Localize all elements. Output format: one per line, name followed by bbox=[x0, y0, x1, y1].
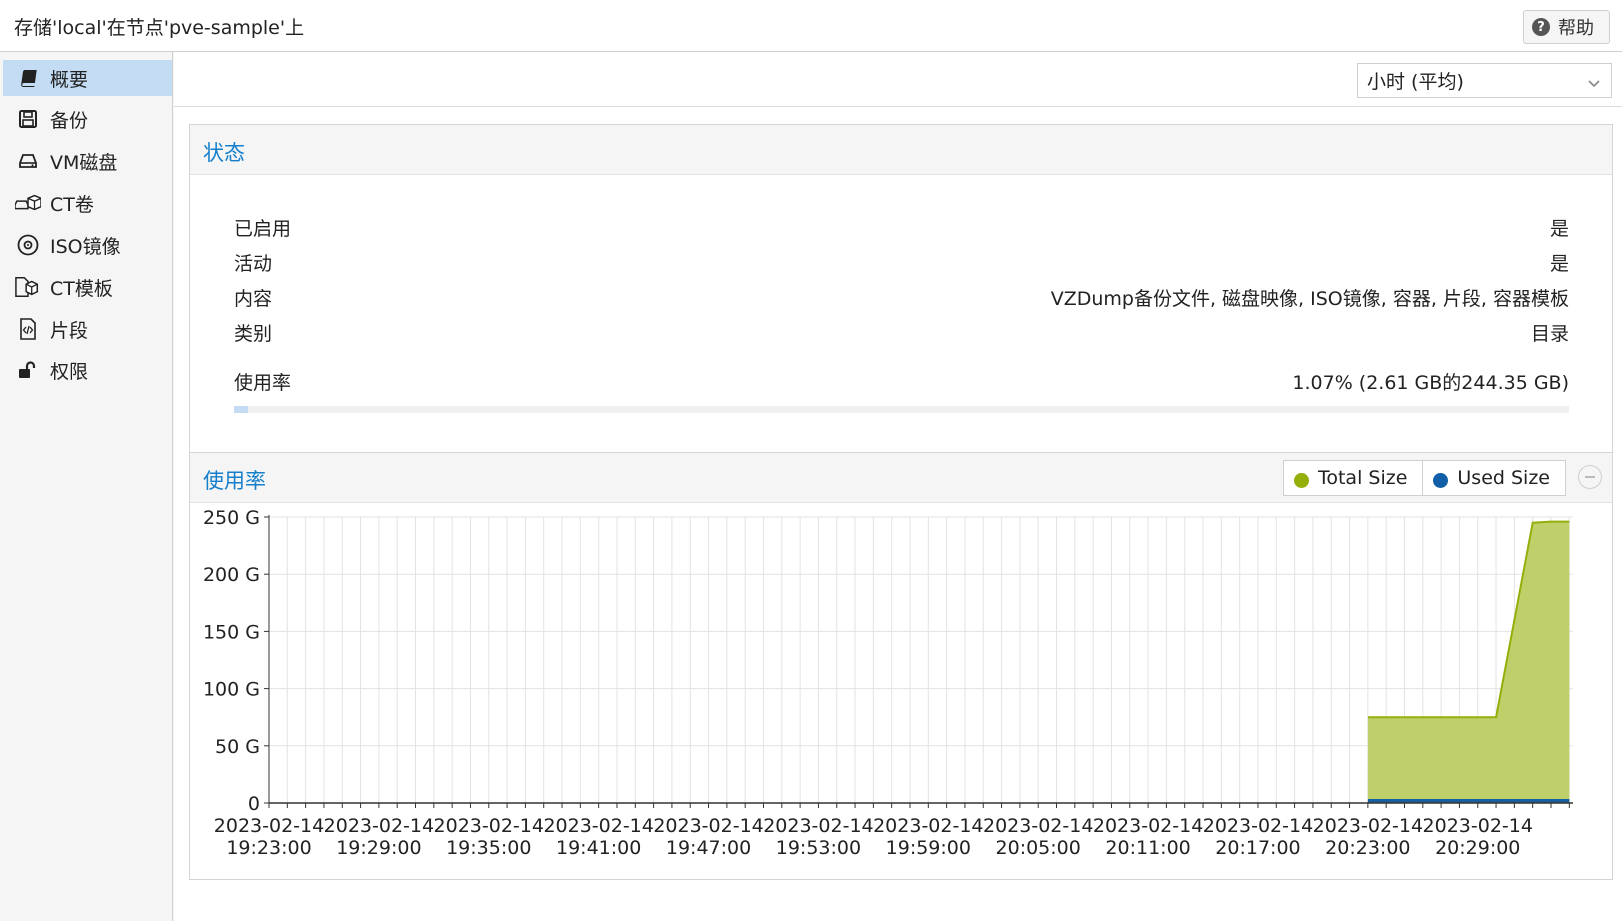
question-icon: ? bbox=[1532, 18, 1550, 36]
x-tick-label: 20:17:00 bbox=[1215, 837, 1300, 859]
usage-chart-panel: 使用率 Total Size Used Size 0 50 G 100 G 150 G… bbox=[189, 452, 1613, 880]
x-tick-label: 20:23:00 bbox=[1325, 837, 1410, 859]
status-label: 活动 bbox=[234, 253, 273, 275]
x-tick-label: 2023-02-14 bbox=[763, 815, 873, 837]
usage-progress-bar bbox=[234, 406, 1569, 413]
x-tick-label: 20:05:00 bbox=[996, 837, 1081, 859]
legend-dot-icon bbox=[1293, 472, 1309, 488]
status-label: 内容 bbox=[234, 288, 273, 310]
sidebar-item-summary[interactable]: 概要 bbox=[3, 60, 172, 96]
status-row-active: 活动 是 bbox=[234, 249, 1569, 276]
timeframe-select-value: 小时 (平均) bbox=[1367, 71, 1464, 93]
x-tick-label: 20:11:00 bbox=[1105, 837, 1190, 859]
x-tick-label: 2023-02-14 bbox=[543, 815, 653, 837]
y-tick-label: 150 G bbox=[203, 621, 260, 643]
x-tick-label: 19:53:00 bbox=[776, 837, 861, 859]
disc-icon bbox=[15, 234, 41, 256]
status-row-type: 类别 目录 bbox=[234, 319, 1569, 346]
sidebar-item-snippets[interactable]: 片段 bbox=[3, 311, 172, 347]
x-tick-label: 2023-02-14 bbox=[1423, 815, 1533, 837]
x-tick-label: 20:29:00 bbox=[1435, 837, 1520, 859]
minus-icon bbox=[1585, 476, 1595, 478]
help-button[interactable]: ? 帮助 bbox=[1523, 10, 1610, 44]
status-row-content: 内容 VZDump备份文件, 磁盘映像, ISO镜像, 容器, 片段, 容器模板 bbox=[234, 284, 1569, 311]
sidebar-item-ct-templates[interactable]: CT模板 bbox=[3, 269, 172, 305]
status-panel: 状态 已启用 是 活动 是 内容 VZDump备份文件, 磁盘映像, ISO镜像… bbox=[189, 124, 1613, 454]
legend-label: Total Size bbox=[1317, 467, 1408, 489]
book-icon bbox=[15, 68, 41, 88]
chevron-down-icon bbox=[1587, 73, 1601, 95]
hard-drive-icon bbox=[15, 151, 41, 171]
sidebar-item-backup[interactable]: 备份 bbox=[3, 101, 172, 137]
y-tick-label: 0 bbox=[248, 793, 260, 815]
top-bar: 存储'local'在节点'pve-sample'上 ? 帮助 bbox=[0, 0, 1622, 52]
status-value: 是 bbox=[1549, 218, 1569, 240]
x-tick-label: 2023-02-14 bbox=[1093, 815, 1203, 837]
status-label: 使用率 bbox=[234, 372, 292, 394]
status-row-usage: 使用率 1.07% (2.61 GB的244.35 GB) bbox=[234, 368, 1569, 395]
unlock-icon bbox=[15, 360, 41, 380]
sidebar-item-ct-volumes[interactable]: CT卷 bbox=[3, 185, 172, 221]
usage-panel-title: 使用率 bbox=[203, 469, 266, 493]
x-tick-label: 19:29:00 bbox=[336, 837, 421, 859]
sidebar-item-label: CT模板 bbox=[50, 277, 113, 300]
status-row-enabled: 已启用 是 bbox=[234, 214, 1569, 241]
toolbar: 小时 (平均) bbox=[174, 52, 1622, 107]
usage-panel-header: 使用率 Total Size Used Size bbox=[190, 453, 1612, 503]
chart-legend: Total Size Used Size bbox=[1282, 460, 1566, 496]
x-tick-label: 2023-02-14 bbox=[983, 815, 1093, 837]
legend-item-total-size[interactable]: Total Size bbox=[1284, 461, 1422, 495]
legend-dot-icon bbox=[1433, 472, 1449, 488]
sidebar-item-permissions[interactable]: 权限 bbox=[3, 352, 172, 388]
y-tick-label: 200 G bbox=[203, 564, 260, 586]
collapse-panel-button[interactable] bbox=[1578, 465, 1602, 489]
status-value: 目录 bbox=[1530, 323, 1569, 345]
x-tick-label: 2023-02-14 bbox=[1313, 815, 1423, 837]
status-value: 1.07% (2.61 GB的244.35 GB) bbox=[1292, 372, 1569, 394]
code-file-icon bbox=[15, 318, 41, 340]
x-tick-label: 19:41:00 bbox=[556, 837, 641, 859]
sidebar-item-label: 备份 bbox=[50, 109, 89, 132]
x-tick-label: 19:59:00 bbox=[886, 837, 971, 859]
x-tick-label: 2023-02-14 bbox=[214, 815, 324, 837]
status-panel-header: 状态 bbox=[190, 125, 1612, 175]
series-area-total-size bbox=[1367, 521, 1570, 803]
sidebar-item-label: VM磁盘 bbox=[50, 151, 118, 174]
x-tick-label: 2023-02-14 bbox=[434, 815, 544, 837]
sidebar-item-vm-disks[interactable]: VM磁盘 bbox=[3, 143, 172, 179]
sidebar-item-label: 片段 bbox=[50, 319, 89, 342]
status-value: VZDump备份文件, 磁盘映像, ISO镜像, 容器, 片段, 容器模板 bbox=[1050, 288, 1569, 310]
usage-progress-fill bbox=[234, 406, 249, 413]
x-tick-label: 19:35:00 bbox=[446, 837, 531, 859]
x-tick-label: 2023-02-14 bbox=[653, 815, 763, 837]
y-tick-label: 100 G bbox=[203, 679, 260, 701]
status-label: 已启用 bbox=[234, 218, 292, 240]
y-tick-label: 50 G bbox=[215, 736, 260, 758]
x-tick-label: 2023-02-14 bbox=[1203, 815, 1313, 837]
floppy-disk-icon bbox=[15, 109, 41, 129]
legend-item-used-size[interactable]: Used Size bbox=[1422, 461, 1565, 495]
sidebar-item-label: ISO镜像 bbox=[50, 235, 121, 258]
main-content: 小时 (平均) 状态 已启用 是 活动 是 内容 VZDump备份文件, 磁盘映… bbox=[174, 52, 1622, 921]
legend-label: Used Size bbox=[1457, 467, 1550, 489]
sidebar-item-label: 权限 bbox=[50, 360, 89, 383]
usage-chart: 050 G100 G150 G200 G250 G2023-02-1419:23… bbox=[203, 507, 1573, 859]
y-tick-label: 250 G bbox=[203, 507, 260, 529]
sidebar-item-label: CT卷 bbox=[50, 193, 94, 216]
page-title: 存储'local'在节点'pve-sample'上 bbox=[14, 17, 305, 39]
sidebar-item-label: 概要 bbox=[50, 68, 89, 91]
help-button-label: 帮助 bbox=[1558, 18, 1594, 39]
x-tick-label: 19:23:00 bbox=[226, 837, 311, 859]
container-template-icon bbox=[15, 276, 41, 298]
status-label: 类别 bbox=[234, 323, 273, 345]
container-volume-icon bbox=[15, 193, 41, 213]
x-tick-label: 2023-02-14 bbox=[324, 815, 434, 837]
sidebar-item-iso-images[interactable]: ISO镜像 bbox=[3, 227, 172, 263]
x-tick-label: 19:47:00 bbox=[666, 837, 751, 859]
x-tick-label: 2023-02-14 bbox=[873, 815, 983, 837]
sidebar: 概要 备份 VM磁盘 CT卷 ISO镜像 CT模板 片段 权限 bbox=[0, 52, 173, 921]
status-value: 是 bbox=[1549, 253, 1569, 275]
status-panel-title: 状态 bbox=[203, 141, 245, 165]
timeframe-select[interactable]: 小时 (平均) bbox=[1357, 63, 1612, 98]
